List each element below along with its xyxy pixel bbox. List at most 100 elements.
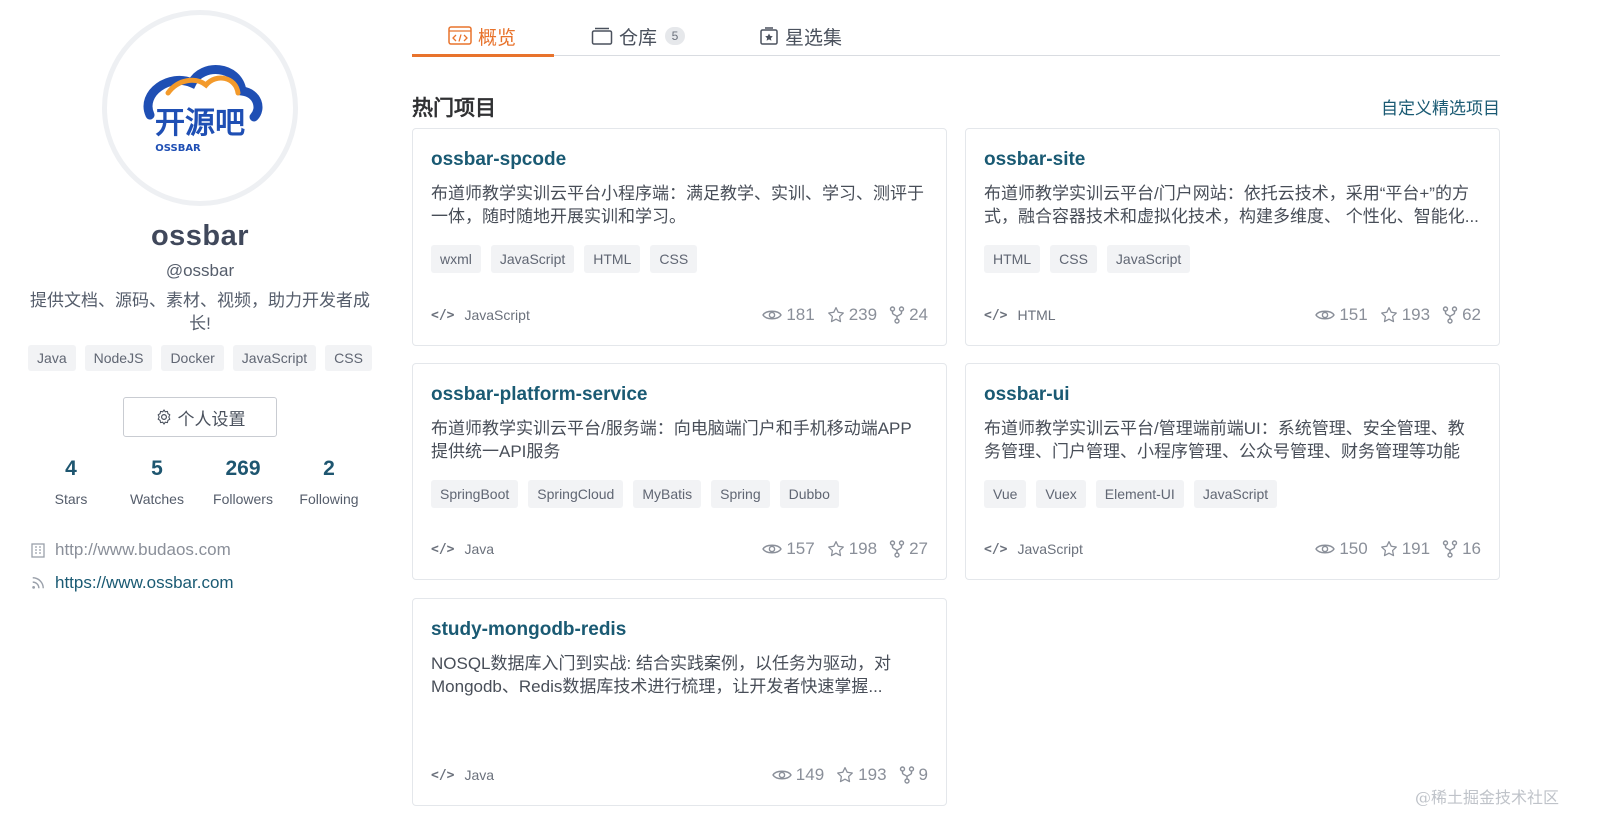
project-tag[interactable]: SpringBoot	[431, 480, 519, 508]
project-language: </> Java	[431, 541, 494, 557]
settings-button[interactable]: 个人设置	[123, 397, 277, 437]
fork-value: 24	[909, 305, 928, 324]
project-title[interactable]: ossbar-site	[984, 147, 1481, 173]
project-card[interactable]: ossbar-ui 布道师教学实训云平台/管理端前端UI：系统管理、安全管理、教…	[965, 363, 1500, 580]
watch-count[interactable]: 181	[762, 305, 815, 325]
project-tag[interactable]: Element-UI	[1095, 480, 1184, 508]
star-count[interactable]: 193	[1380, 305, 1430, 325]
skill-tag[interactable]: NodeJS	[84, 345, 153, 371]
star-count[interactable]: 191	[1380, 539, 1430, 559]
project-tag[interactable]: Vuex	[1036, 480, 1086, 508]
watch-count[interactable]: 151	[1315, 305, 1368, 325]
watch-value: 151	[1339, 305, 1368, 324]
star-collection-icon	[760, 27, 778, 45]
customize-featured-link[interactable]: 自定义精选项目	[1381, 94, 1500, 119]
fork-value: 62	[1462, 305, 1481, 324]
watch-value: 149	[795, 765, 825, 784]
project-tag[interactable]: Dubbo	[779, 480, 839, 508]
language-label: JavaScript	[1017, 541, 1083, 557]
skill-tag[interactable]: JavaScript	[232, 345, 317, 371]
code-icon: </>	[431, 541, 455, 557]
stat-label: Watches	[130, 491, 184, 507]
project-tag[interactable]: HTML	[584, 245, 641, 273]
project-title[interactable]: ossbar-spcode	[431, 147, 928, 173]
project-description: 布道师教学实训云平台小程序端：满足教学、实训、学习、测评于一体，随时随地开展实训…	[431, 184, 924, 226]
skill-tag[interactable]: Java	[28, 345, 76, 371]
profile-tabs: 概览 仓库 5 星选集	[412, 16, 1500, 57]
skill-tag[interactable]: CSS	[325, 345, 372, 371]
project-card[interactable]: ossbar-spcode 布道师教学实训云平台小程序端：满足教学、实训、学习、…	[412, 128, 947, 346]
project-footer: </> JavaScript 150 191 16	[984, 539, 1481, 559]
project-tag[interactable]: JavaScript	[1106, 245, 1191, 273]
gear-icon	[157, 409, 170, 425]
stat-label: Following	[299, 491, 359, 507]
project-tag[interactable]: CSS	[1050, 245, 1097, 273]
project-title[interactable]: ossbar-ui	[984, 382, 1481, 408]
project-tag[interactable]: SpringCloud	[528, 480, 624, 508]
fork-icon	[1442, 540, 1458, 558]
tab-repos[interactable]: 仓库 5	[591, 16, 686, 56]
skill-tag[interactable]: Docker	[161, 345, 224, 371]
fork-count[interactable]: 9	[899, 765, 928, 785]
project-card[interactable]: ossbar-site 布道师教学实训云平台/门户网站：依托云技术，采用“平台+…	[965, 128, 1500, 346]
project-tag[interactable]: MyBatis	[633, 480, 702, 508]
project-tag[interactable]: wxml	[431, 245, 481, 273]
project-tags: wxml JavaScript HTML CSS	[431, 245, 928, 273]
star-value: 191	[1401, 539, 1431, 558]
watch-count[interactable]: 149	[771, 765, 825, 785]
project-tags: SpringBoot SpringCloud MyBatis Spring Du…	[431, 480, 928, 508]
stat-followers[interactable]: 269 Followers	[200, 457, 286, 507]
watch-count[interactable]: 150	[1315, 539, 1368, 559]
profile-handle: @ossbar	[165, 261, 235, 280]
fork-count[interactable]: 62	[1442, 305, 1481, 325]
project-description: 布道师教学实训云平台/管理端前端UI：系统管理、安全管理、教务管理、门户管理、小…	[984, 419, 1465, 461]
project-title[interactable]: ossbar-platform-service	[431, 382, 928, 408]
project-card[interactable]: study-mongodb-redis NOSQL数据库入门到实战: 结合实践案…	[412, 598, 947, 806]
project-tag[interactable]: HTML	[984, 245, 1041, 273]
project-tag[interactable]: Vue	[984, 480, 1027, 508]
stat-following[interactable]: 2 Following	[286, 457, 372, 507]
project-tag[interactable]: JavaScript	[1193, 480, 1278, 508]
language-label: JavaScript	[464, 307, 530, 323]
profile-links: http://www.budaos.com https://www.ossbar…	[26, 533, 374, 599]
avatar[interactable]: 开源吧 OSSBAR	[102, 10, 298, 206]
profile-stats: 4 Stars 5 Watches 269 Followers 2 Follow…	[26, 457, 374, 507]
project-description: NOSQL数据库入门到实战: 结合实践案例，以任务为驱动，对Mongodb、Re…	[431, 654, 891, 696]
fork-icon	[1442, 306, 1458, 324]
project-metrics: 157 198 27	[762, 539, 928, 559]
rss-icon	[30, 575, 46, 591]
code-icon: </>	[431, 307, 455, 323]
repo-count-badge: 5	[665, 27, 686, 45]
project-title[interactable]: study-mongodb-redis	[431, 617, 928, 643]
project-tag[interactable]: JavaScript	[490, 245, 575, 273]
skill-tags: Java NodeJS Docker JavaScript CSS	[26, 345, 374, 371]
website-link[interactable]: http://www.budaos.com	[55, 540, 231, 560]
stat-label: Followers	[213, 491, 273, 507]
svg-text:OSSBAR: OSSBAR	[155, 143, 201, 154]
fork-count[interactable]: 16	[1442, 539, 1481, 559]
language-label: HTML	[1017, 307, 1056, 323]
stat-stars[interactable]: 4 Stars	[28, 457, 114, 507]
fork-count[interactable]: 24	[889, 305, 928, 325]
watch-value: 150	[1339, 539, 1368, 558]
svg-text:开源吧: 开源吧	[155, 106, 245, 141]
stat-watches[interactable]: 5 Watches	[114, 457, 200, 507]
project-card[interactable]: ossbar-platform-service 布道师教学实训云平台/服务端：向…	[412, 363, 947, 580]
project-language: </> Java	[431, 767, 494, 783]
watch-count[interactable]: 157	[762, 539, 815, 559]
star-count[interactable]: 239	[827, 305, 877, 325]
tab-star-collections[interactable]: 星选集	[759, 16, 842, 56]
fork-count[interactable]: 27	[889, 539, 928, 559]
project-footer: </> HTML 151 193 62	[984, 305, 1481, 325]
eye-icon	[1315, 310, 1336, 320]
stat-value: 2	[323, 457, 335, 480]
tab-overview[interactable]: 概览	[448, 16, 516, 56]
homepage-link[interactable]: https://www.ossbar.com	[55, 573, 234, 593]
project-tag[interactable]: Spring	[711, 480, 770, 508]
star-count[interactable]: 198	[827, 539, 877, 559]
star-count[interactable]: 193	[836, 765, 887, 785]
project-tag[interactable]: CSS	[650, 245, 698, 273]
project-description: 布道师教学实训云平台/服务端：向电脑端门户和手机移动端APP提供统一API服务	[431, 419, 912, 461]
star-icon	[1380, 306, 1397, 323]
fork-value: 9	[918, 765, 928, 784]
